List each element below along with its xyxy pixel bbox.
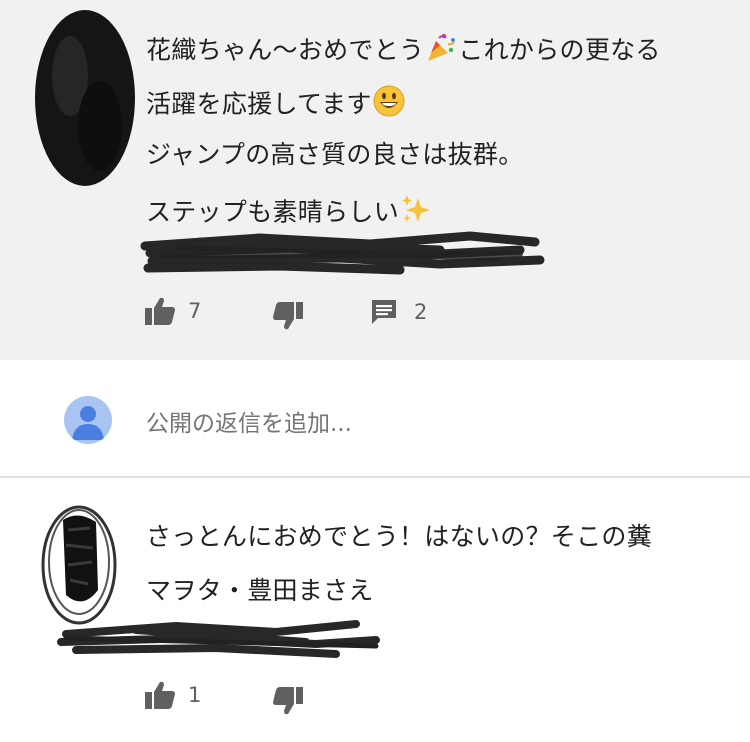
- dislike-button[interactable]: [272, 686, 304, 716]
- like-count: 1: [188, 683, 202, 707]
- redacted-avatar: [41, 505, 117, 625]
- like-button[interactable]: 7: [144, 296, 201, 326]
- grinning-face-icon: [372, 84, 406, 127]
- thumb-up-icon: [145, 681, 175, 709]
- comment-text-line: さっとんにおめでとう！はないの？そこの糞: [146, 522, 653, 551]
- redacted-avatar: [35, 10, 135, 186]
- comment-text-line: 花織ちゃん〜おめでとう これからの更なる: [146, 30, 661, 73]
- reply-count: 2: [414, 300, 428, 324]
- redacted-text: [140, 231, 545, 275]
- reply-box: [0, 362, 750, 476]
- comment-text-line: マヲタ・豊田まさえ: [146, 576, 374, 605]
- thumb-down-icon: [273, 302, 303, 330]
- thumb-down-icon: [273, 687, 303, 715]
- party-popper-icon: [424, 30, 458, 73]
- thumb-up-icon: [145, 297, 175, 325]
- person-icon: [72, 406, 104, 440]
- user-avatar: [64, 396, 112, 444]
- divider: [0, 476, 750, 478]
- like-button[interactable]: 1: [144, 680, 201, 710]
- reply-button[interactable]: 2: [370, 298, 427, 326]
- like-count: 7: [188, 299, 202, 323]
- comment-icon: [372, 300, 396, 324]
- redacted-text: [57, 620, 380, 658]
- dislike-button[interactable]: [272, 301, 304, 331]
- reply-input[interactable]: 公開の返信を追加...: [146, 404, 352, 438]
- comment-text-line: ジャンプの高さ質の良さは抜群。: [146, 140, 524, 169]
- comment-text-line: 活躍を応援してます: [146, 84, 406, 127]
